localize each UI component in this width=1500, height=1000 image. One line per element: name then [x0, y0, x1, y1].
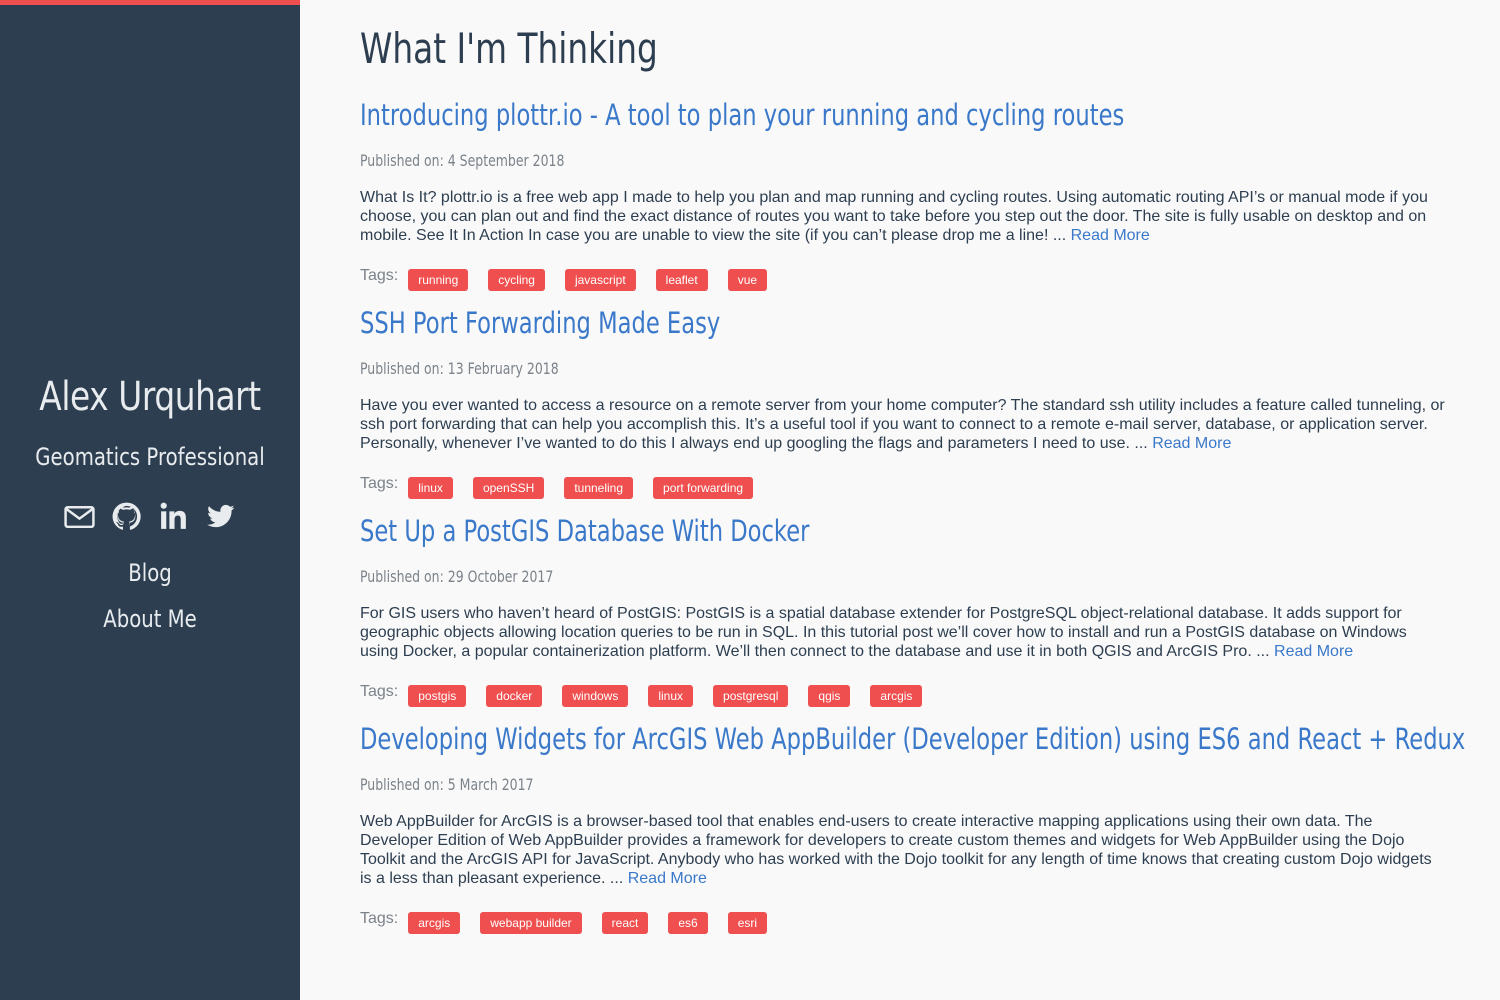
social-icons	[0, 496, 300, 536]
tag[interactable]: linux	[408, 477, 453, 499]
tag[interactable]: linux	[648, 685, 694, 707]
nav-link-blog[interactable]: Blog	[27, 550, 273, 596]
tag[interactable]: webapp builder	[480, 912, 582, 934]
sidebar-accent-bar	[0, 0, 300, 5]
read-more-link[interactable]: Read More	[1274, 643, 1353, 660]
post-excerpt-text: For GIS users who haven’t heard of PostG…	[360, 605, 1407, 660]
post-title-link[interactable]: Developing Widgets for ArcGIS Web AppBui…	[360, 719, 1465, 759]
tag[interactable]: windows	[562, 685, 629, 707]
tag[interactable]: qgis	[808, 685, 851, 707]
post-date-value: 29 October 2017	[447, 567, 554, 586]
post-date-value: 4 September 2018	[447, 151, 565, 170]
post-date-value: 5 March 2017	[447, 775, 534, 794]
tag[interactable]: running	[408, 269, 469, 291]
post-date-prefix: Published on:	[360, 359, 444, 378]
post-date: Published on: 4 September 2018	[360, 151, 1206, 171]
post: Developing Widgets for ArcGIS Web AppBui…	[360, 719, 1465, 936]
post-date: Published on: 5 March 2017	[360, 775, 1206, 795]
post-excerpt: Web AppBuilder for ArcGIS is a browser-b…	[360, 812, 1445, 888]
read-more-link[interactable]: Read More	[1071, 227, 1150, 244]
site-author-subtitle: Geomatics Professional	[35, 443, 265, 471]
post-excerpt: What Is It? plottr.io is a free web app …	[360, 188, 1445, 245]
tag[interactable]: vue	[727, 269, 768, 291]
tag[interactable]: arcgis	[870, 685, 923, 707]
tags-label: Tags:	[360, 683, 399, 700]
tag[interactable]: docker	[486, 685, 543, 707]
post-title-link[interactable]: Introducing plottr.io - A tool to plan y…	[360, 95, 1206, 135]
tag[interactable]: react	[601, 912, 649, 934]
post-excerpt: For GIS users who haven’t heard of PostG…	[360, 604, 1445, 661]
tag[interactable]: tunneling	[564, 477, 634, 499]
post-excerpt-text: Web AppBuilder for ArcGIS is a browser-b…	[360, 813, 1432, 887]
post-excerpt: Have you ever wanted to access a resourc…	[360, 396, 1445, 453]
tag[interactable]: postgresql	[713, 685, 789, 707]
tag[interactable]: postgis	[408, 685, 467, 707]
post-tags: Tags: linux openSSH tunneling port forwa…	[360, 475, 1445, 501]
post-date-value: 13 February 2018	[447, 359, 559, 378]
post-date: Published on: 13 February 2018	[360, 359, 1206, 379]
post-excerpt-text: Have you ever wanted to access a resourc…	[360, 397, 1445, 452]
read-more-link[interactable]: Read More	[1152, 435, 1231, 452]
main-content: What I'm Thinking Introducing plottr.io …	[360, 0, 1465, 936]
mail-icon[interactable]	[63, 500, 96, 533]
post-excerpt-text: What Is It? plottr.io is a free web app …	[360, 189, 1428, 244]
post-date-prefix: Published on:	[360, 775, 444, 794]
sidebar-profile: Alex Urquhart Geomatics Professional Blo…	[0, 368, 300, 642]
post-title-link[interactable]: Set Up a PostGIS Database With Docker	[360, 511, 1206, 551]
tags-label: Tags:	[360, 910, 399, 927]
post: SSH Port Forwarding Made Easy Published …	[360, 303, 1445, 501]
sidebar-nav: Blog About Me	[0, 550, 300, 642]
tag[interactable]: es6	[668, 912, 708, 934]
post: Set Up a PostGIS Database With Docker Pu…	[360, 511, 1445, 709]
tag[interactable]: port forwarding	[653, 477, 754, 499]
tag[interactable]: cycling	[488, 269, 545, 291]
tag[interactable]: openSSH	[472, 477, 545, 499]
post: Introducing plottr.io - A tool to plan y…	[360, 95, 1445, 293]
tag[interactable]: javascript	[564, 269, 636, 291]
post-date-prefix: Published on:	[360, 151, 444, 170]
post-tags: Tags: arcgis webapp builder react es6 es…	[360, 910, 1445, 936]
tags-label: Tags:	[360, 475, 399, 492]
tag[interactable]: arcgis	[408, 912, 461, 934]
post-date: Published on: 29 October 2017	[360, 567, 1206, 587]
twitter-icon[interactable]	[204, 500, 237, 533]
read-more-link[interactable]: Read More	[628, 870, 707, 887]
tag[interactable]: leaflet	[655, 269, 708, 291]
linkedin-icon[interactable]	[157, 500, 190, 533]
site-author-name[interactable]: Alex Urquhart	[27, 368, 273, 426]
post-tags: Tags: running cycling javascript leaflet…	[360, 267, 1445, 293]
github-icon[interactable]	[110, 500, 143, 533]
post-tags: Tags: postgis docker windows linux postg…	[360, 683, 1445, 709]
tag[interactable]: esri	[727, 912, 768, 934]
nav-link-about-me[interactable]: About Me	[27, 596, 273, 642]
tags-label: Tags:	[360, 267, 399, 284]
page-title: What I'm Thinking	[360, 24, 658, 73]
post-title-link[interactable]: SSH Port Forwarding Made Easy	[360, 303, 1206, 343]
post-date-prefix: Published on:	[360, 567, 444, 586]
sidebar: Alex Urquhart Geomatics Professional Blo…	[0, 0, 300, 1000]
